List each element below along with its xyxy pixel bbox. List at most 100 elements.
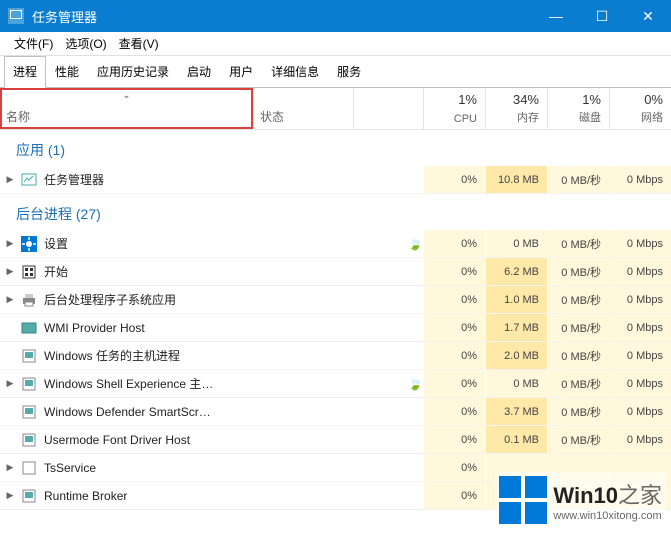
mem-pct: 34% xyxy=(494,92,539,107)
tab-history[interactable]: 应用历史记录 xyxy=(88,56,178,87)
cell-cpu: 0% xyxy=(423,342,485,369)
chevron-right-icon[interactable]: ▶ xyxy=(0,462,14,473)
process-row[interactable]: ▶ Windows Shell Experience 主… 🍃 0% 0 MB … xyxy=(0,370,671,398)
process-row[interactable]: ▶ 开始 0% 6.2 MB 0 MB/秒 0 Mbps xyxy=(0,258,671,286)
wmi-icon xyxy=(20,319,38,337)
cell-mem: 1.0 MB xyxy=(485,286,547,313)
minimize-button[interactable]: — xyxy=(533,0,579,32)
settings-icon xyxy=(20,235,38,253)
cell-net: 0 Mbps xyxy=(609,426,671,453)
process-name: Windows Defender SmartScr… xyxy=(44,405,407,419)
chevron-right-icon[interactable]: ▶ xyxy=(0,490,14,501)
app-icon xyxy=(8,8,24,24)
process-name: 任务管理器 xyxy=(44,171,407,188)
group-bg: 后台进程 (27) xyxy=(0,194,671,230)
process-name: Windows 任务的主机进程 xyxy=(44,347,407,364)
col-name-label: 名称 xyxy=(6,108,247,125)
col-disk[interactable]: 1%磁盘 xyxy=(547,88,609,129)
cell-net: 0 Mbps xyxy=(609,398,671,425)
process-name: Runtime Broker xyxy=(44,489,407,503)
watermark-url: www.win10xitong.com xyxy=(553,510,662,522)
chevron-right-icon[interactable]: ▶ xyxy=(0,174,14,185)
menubar: 文件(F) 选项(O) 查看(V) xyxy=(0,32,671,56)
process-row[interactable]: ▶ 任务管理器 0% 10.8 MB 0 MB/秒 0 Mbps xyxy=(0,166,671,194)
process-name: Windows Shell Experience 主… xyxy=(44,375,407,392)
cell-cpu: 0% xyxy=(423,258,485,285)
broker-icon xyxy=(20,487,38,505)
process-row[interactable]: Windows Defender SmartScr… 0% 3.7 MB 0 M… xyxy=(0,398,671,426)
generic-icon xyxy=(20,459,38,477)
cell-cpu: 0% xyxy=(423,166,485,193)
chevron-right-icon[interactable]: ▶ xyxy=(0,378,14,389)
process-name: 开始 xyxy=(44,263,407,280)
cell-mem: 3.7 MB xyxy=(485,398,547,425)
cell-disk: 0 MB/秒 xyxy=(547,426,609,453)
process-list: 应用 (1) ▶ 任务管理器 0% 10.8 MB 0 MB/秒 0 Mbps … xyxy=(0,130,671,510)
cell-cpu: 0% xyxy=(423,314,485,341)
col-cpu[interactable]: 1%CPU xyxy=(423,88,485,129)
shell-icon xyxy=(20,375,38,393)
tab-processes[interactable]: 进程 xyxy=(4,56,46,88)
cell-disk: 0 MB/秒 xyxy=(547,258,609,285)
process-name: TsService xyxy=(44,461,407,475)
group-apps: 应用 (1) xyxy=(0,130,671,166)
close-button[interactable]: ✕ xyxy=(625,0,671,32)
disk-lbl: 磁盘 xyxy=(556,109,601,125)
cell-mem: 10.8 MB xyxy=(485,166,547,193)
cell-disk: 0 MB/秒 xyxy=(547,342,609,369)
process-name: 后台处理程序子系统应用 xyxy=(44,291,407,308)
process-row[interactable]: ▶ 后台处理程序子系统应用 0% 1.0 MB 0 MB/秒 0 Mbps xyxy=(0,286,671,314)
cell-disk: 0 MB/秒 xyxy=(547,370,609,397)
cell-mem: 0 MB xyxy=(485,370,547,397)
cell-disk: 0 MB/秒 xyxy=(547,230,609,257)
tabbar: 进程 性能 应用历史记录 启动 用户 详细信息 服务 xyxy=(0,56,671,88)
cell-cpu: 0% xyxy=(423,454,485,481)
titlebar: 任务管理器 — ☐ ✕ xyxy=(0,0,671,32)
chevron-right-icon[interactable]: ▶ xyxy=(0,238,14,249)
menu-file[interactable]: 文件(F) xyxy=(8,33,59,54)
leaf-icon: 🍃 xyxy=(407,237,423,251)
menu-view[interactable]: 查看(V) xyxy=(113,33,165,54)
tab-details[interactable]: 详细信息 xyxy=(262,56,328,87)
col-net[interactable]: 0%网络 xyxy=(609,88,671,129)
cpu-lbl: CPU xyxy=(432,113,477,125)
process-row[interactable]: Windows 任务的主机进程 0% 2.0 MB 0 MB/秒 0 Mbps xyxy=(0,342,671,370)
column-header: ⌄ 名称 状态 1%CPU 34%内存 1%磁盘 0%网络 xyxy=(0,88,671,130)
printer-icon xyxy=(20,291,38,309)
cell-cpu: 0% xyxy=(423,286,485,313)
taskmgr-icon xyxy=(20,171,38,189)
process-name: 设置 xyxy=(44,235,407,252)
cell-net: 0 Mbps xyxy=(609,286,671,313)
col-status-label: 状态 xyxy=(260,108,284,125)
process-row[interactable]: Usermode Font Driver Host 0% 0.1 MB 0 MB… xyxy=(0,426,671,454)
tab-users[interactable]: 用户 xyxy=(220,56,262,87)
cell-disk: 0 MB/秒 xyxy=(547,286,609,313)
cell-net: 0 Mbps xyxy=(609,230,671,257)
col-status[interactable]: 状态 xyxy=(254,88,354,129)
cell-cpu: 0% xyxy=(423,426,485,453)
process-row[interactable]: ▶ 设置 🍃 0% 0 MB 0 MB/秒 0 Mbps xyxy=(0,230,671,258)
cell-net: 0 Mbps xyxy=(609,314,671,341)
font-icon xyxy=(20,431,38,449)
process-name: Usermode Font Driver Host xyxy=(44,433,407,447)
cell-mem: 6.2 MB xyxy=(485,258,547,285)
tab-services[interactable]: 服务 xyxy=(328,56,370,87)
cell-cpu: 0% xyxy=(423,370,485,397)
tab-startup[interactable]: 启动 xyxy=(178,56,220,87)
leaf-icon: 🍃 xyxy=(407,377,423,391)
cell-cpu: 0% xyxy=(423,230,485,257)
host-icon xyxy=(20,347,38,365)
start-icon xyxy=(20,263,38,281)
col-mem[interactable]: 34%内存 xyxy=(485,88,547,129)
process-name: WMI Provider Host xyxy=(44,321,407,335)
chevron-right-icon[interactable]: ▶ xyxy=(0,266,14,277)
process-row[interactable]: WMI Provider Host 0% 1.7 MB 0 MB/秒 0 Mbp… xyxy=(0,314,671,342)
maximize-button[interactable]: ☐ xyxy=(579,0,625,32)
menu-options[interactable]: 选项(O) xyxy=(59,33,112,54)
cell-net: 0 Mbps xyxy=(609,370,671,397)
watermark: Win10之家 www.win10xitong.com xyxy=(495,472,666,528)
col-name[interactable]: ⌄ 名称 xyxy=(0,88,254,129)
chevron-right-icon[interactable]: ▶ xyxy=(0,294,14,305)
watermark-brand: Win10 xyxy=(553,483,618,508)
tab-performance[interactable]: 性能 xyxy=(46,56,88,87)
